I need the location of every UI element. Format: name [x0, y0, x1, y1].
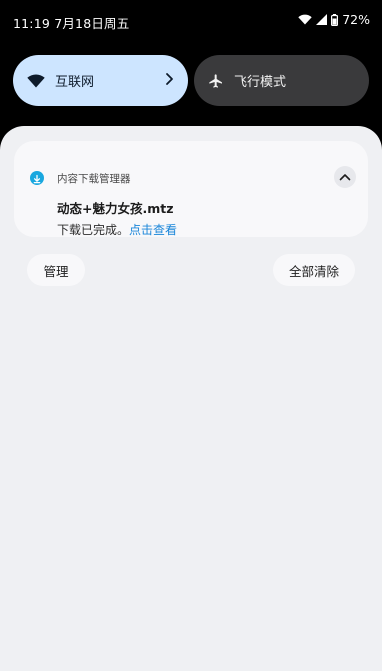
battery-icon [331, 13, 339, 26]
clear-all-button[interactable]: 全部清除 [273, 254, 355, 286]
wifi-icon [27, 73, 45, 87]
view-link[interactable]: 点击查看 [129, 223, 177, 237]
airplane-mode-tile[interactable]: 飞行模式 [194, 55, 369, 106]
chevron-right-icon[interactable] [164, 72, 174, 86]
notification-app-name: 内容下载管理器 [57, 173, 131, 185]
status-icons: 72% [298, 12, 370, 27]
internet-tile-label: 互联网 [55, 75, 95, 90]
notification-body-text: 下载已完成。 [57, 223, 130, 237]
collapse-button[interactable] [334, 166, 356, 188]
status-time: 11:19 7月18日周五 [13, 16, 130, 31]
manage-button[interactable]: 管理 [27, 254, 85, 286]
battery-percent: 72% [342, 12, 370, 27]
notification-body: 下载已完成。点击查看 [57, 221, 177, 238]
notification-shade: 内容下载管理器 动态+魅力女孩.mtz 下载已完成。点击查看 管理 全部清除 [0, 126, 382, 671]
download-icon [30, 171, 44, 185]
wifi-icon [298, 14, 312, 25]
status-bar: 11:19 7月18日周五 72% [0, 0, 382, 42]
signal-icon [316, 14, 328, 25]
notification-title: 动态+魅力女孩.mtz [57, 201, 174, 216]
airplane-icon [209, 73, 222, 88]
chevron-up-icon [339, 174, 351, 181]
internet-tile[interactable]: 互联网 [13, 55, 188, 106]
download-notification[interactable]: 内容下载管理器 动态+魅力女孩.mtz 下载已完成。点击查看 [14, 141, 368, 237]
airplane-tile-label: 飞行模式 [234, 75, 287, 90]
